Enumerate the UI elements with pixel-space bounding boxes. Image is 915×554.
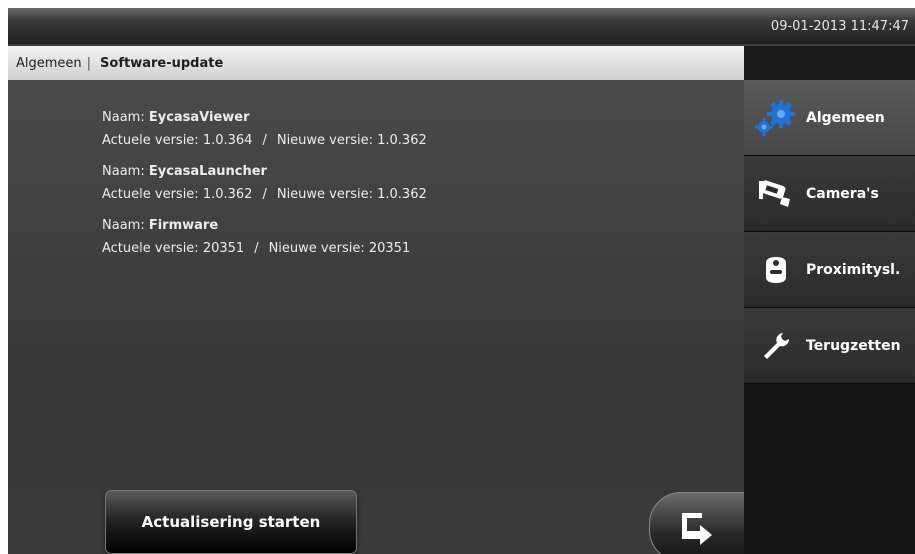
breadcrumb-current: Software-update (100, 55, 224, 71)
update-list: Naam: EycasaViewer Actuele versie: 1.0.3… (102, 108, 427, 270)
current-version: 1.0.364 (202, 133, 253, 148)
breadcrumb-parent[interactable]: Algemeen (16, 56, 82, 71)
current-version-label: Actuele versie: (102, 241, 199, 256)
new-version: 1.0.362 (377, 133, 427, 148)
sidebar-item-label: Camera's (806, 185, 879, 202)
sidebar-item-terugzetten[interactable]: Terugzetten (744, 308, 915, 384)
new-version-label: Nieuwe versie: (276, 133, 373, 148)
list-item: Naam: EycasaViewer Actuele versie: 1.0.3… (102, 108, 427, 154)
export-icon (682, 513, 712, 545)
status-bar: 09-01-2013 11:47:47 (8, 8, 915, 44)
current-version: 20351 (202, 241, 245, 256)
sidebar-item-algemeen[interactable]: Algemeen (744, 80, 915, 156)
item-name: EycasaViewer (148, 110, 250, 125)
list-item: Naam: Firmware Actuele versie: 20351 / Nie… (102, 216, 427, 262)
current-version-label: Actuele versie: (102, 133, 199, 148)
sidebar-header (744, 46, 915, 80)
datetime: 09-01-2013 11:47:47 (770, 19, 909, 34)
sidebar: Algemeen Camera's Proximitysl. Terugzett… (744, 46, 915, 554)
sidebar-empty (744, 384, 915, 524)
item-name: EycasaLauncher (148, 164, 267, 179)
main-content: Naam: EycasaViewer Actuele versie: 1.0.3… (8, 80, 744, 554)
wrench-icon (754, 326, 798, 366)
new-version: 20351 (368, 241, 411, 256)
new-version: 1.0.362 (377, 187, 427, 202)
sidebar-item-label: Algemeen (806, 109, 885, 126)
version-separator: / (262, 187, 267, 202)
list-item: Naam: EycasaLauncher Actuele versie: 1.0… (102, 162, 427, 208)
sidebar-item-cameras[interactable]: Camera's (744, 156, 915, 232)
name-label: Naam: (102, 164, 145, 179)
version-separator: / (262, 133, 267, 148)
current-version-label: Actuele versie: (102, 187, 199, 202)
start-update-button[interactable]: Actualisering starten (105, 490, 357, 554)
name-label: Naam: (102, 218, 145, 233)
sidebar-item-proximity[interactable]: Proximitysl. (744, 232, 915, 308)
breadcrumb: Algemeen | Software-update (8, 46, 744, 80)
sidebar-item-label: Proximitysl. (806, 261, 901, 278)
camera-icon (754, 174, 798, 214)
new-version-label: Nieuwe versie: (268, 241, 365, 256)
screen: 09-01-2013 11:47:47 Algemeen | Software-… (8, 8, 915, 554)
item-name: Firmware (148, 218, 219, 233)
sidebar-item-label: Terugzetten (806, 337, 901, 354)
current-version: 1.0.362 (202, 187, 253, 202)
name-label: Naam: (102, 110, 145, 125)
gears-icon (754, 98, 798, 138)
new-version-label: Nieuwe versie: (276, 187, 373, 202)
export-button[interactable] (649, 492, 749, 554)
breadcrumb-separator: | (86, 55, 92, 71)
tag-icon (754, 250, 798, 290)
version-separator: / (254, 241, 259, 256)
